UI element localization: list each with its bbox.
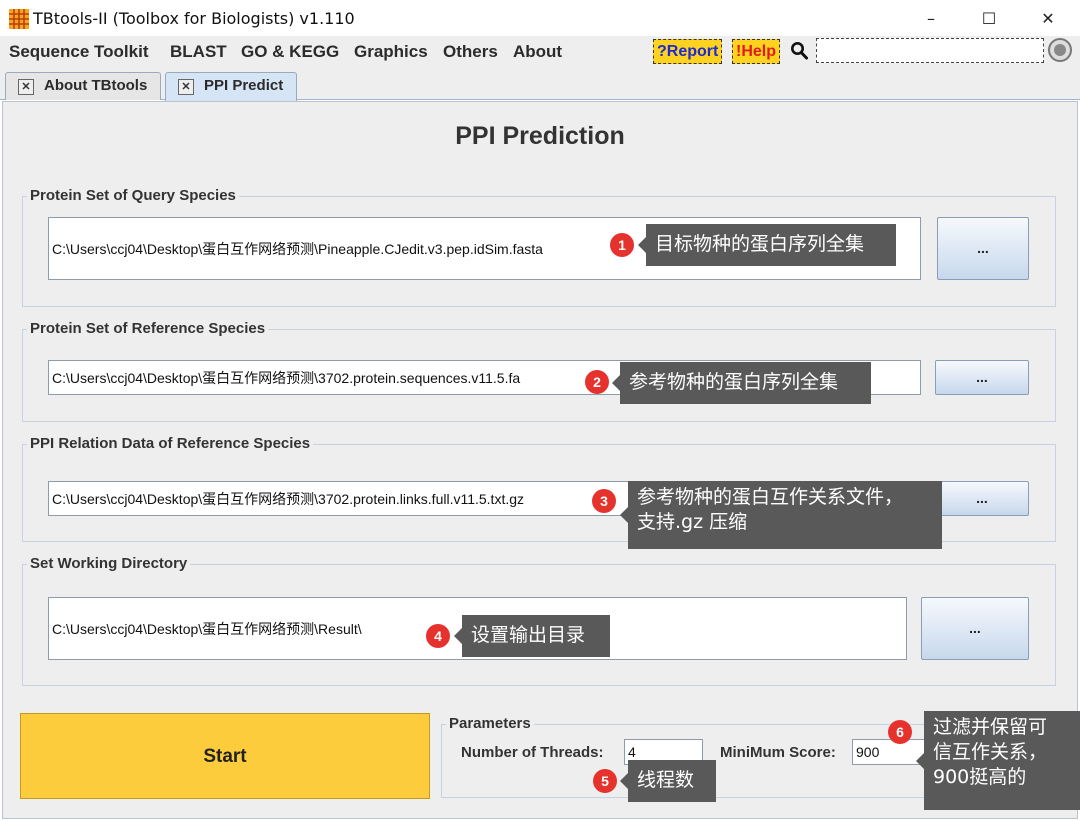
- annotation-callout-6: 过滤并保留可 信互作关系， 900挺高的: [916, 711, 1080, 810]
- report-button[interactable]: ?Report: [653, 39, 723, 64]
- annotation-callout-2: 参考物种的蛋白序列全集: [612, 362, 871, 404]
- working-directory-browse-button[interactable]: ...: [921, 597, 1029, 660]
- annotation-text-2: 参考物种的蛋白序列全集: [629, 371, 839, 393]
- annotation-badge-1: 1: [610, 233, 634, 257]
- annotation-callout-3: 参考物种的蛋白互作关系文件， 支持.gz 压缩: [620, 481, 942, 549]
- page-title: PPI Prediction: [455, 122, 625, 150]
- menu-graphics[interactable]: Graphics: [354, 42, 428, 62]
- annotation-badge-4: 4: [426, 624, 450, 648]
- tab-close-icon[interactable]: ✕: [18, 79, 34, 95]
- annotation-badge-2: 2: [585, 370, 609, 394]
- annotation-badge-5: 5: [593, 769, 617, 793]
- reference-species-title: Protein Set of Reference Species: [27, 320, 269, 337]
- reference-browse-button[interactable]: ...: [935, 360, 1029, 395]
- maximize-button[interactable]: ☐: [966, 6, 1012, 32]
- start-button[interactable]: Start: [20, 713, 430, 799]
- annotation-badge-3: 3: [592, 489, 616, 513]
- menu-others[interactable]: Others: [443, 42, 498, 62]
- annotation-text-6a: 过滤并保留可: [933, 716, 1048, 738]
- tab-about-tbtools[interactable]: ✕ About TBtools: [5, 72, 161, 100]
- status-circle-icon[interactable]: [1048, 38, 1072, 62]
- min-score-label: MiniMum Score:: [720, 744, 836, 761]
- minimize-button[interactable]: –: [908, 6, 954, 32]
- annotation-badge-6: 6: [888, 720, 912, 744]
- annotation-text-1: 目标物种的蛋白序列全集: [655, 233, 865, 255]
- app-logo-icon: [9, 9, 29, 29]
- ppi-relation-title: PPI Relation Data of Reference Species: [27, 435, 314, 452]
- window-title: TBtools-II (Toolbox for Biologists) v1.1…: [33, 9, 355, 28]
- menu-about[interactable]: About: [513, 42, 562, 62]
- threads-label: Number of Threads:: [461, 744, 604, 761]
- working-directory-title: Set Working Directory: [27, 555, 191, 572]
- annotation-text-6c: 900挺高的: [933, 766, 1027, 789]
- close-window-button[interactable]: ✕: [1025, 6, 1071, 32]
- tab-label: PPI Predict: [204, 77, 284, 94]
- tab-ppi-predict[interactable]: ✕ PPI Predict: [165, 72, 297, 101]
- query-species-title: Protein Set of Query Species: [27, 187, 239, 204]
- menu-go-kegg[interactable]: GO & KEGG: [241, 42, 339, 62]
- annotation-callout-1: 目标物种的蛋白序列全集: [638, 224, 896, 266]
- annotation-text-3b: 支持.gz 压缩: [637, 511, 748, 534]
- annotation-text-3a: 参考物种的蛋白互作关系文件，: [637, 486, 904, 508]
- ppi-relation-browse-button[interactable]: ...: [935, 481, 1029, 516]
- title-bar: TBtools-II (Toolbox for Biologists) v1.1…: [0, 0, 1080, 36]
- annotation-text-6b: 信互作关系，: [933, 741, 1048, 764]
- query-browse-button[interactable]: ...: [937, 217, 1029, 280]
- annotation-text-5: 线程数: [637, 769, 695, 791]
- help-button[interactable]: !Help: [732, 39, 780, 64]
- tab-close-icon[interactable]: ✕: [178, 79, 194, 95]
- tab-label: About TBtools: [44, 77, 148, 94]
- menu-blast[interactable]: BLAST: [170, 42, 227, 62]
- annotation-callout-5: 线程数: [620, 760, 716, 802]
- menu-sequence-toolkit[interactable]: Sequence Toolkit: [9, 42, 149, 62]
- parameters-title: Parameters: [446, 715, 534, 732]
- search-input[interactable]: [816, 38, 1044, 63]
- annotation-callout-4: 设置输出目录: [454, 615, 610, 657]
- annotation-text-4: 设置输出目录: [471, 624, 586, 646]
- search-icon[interactable]: [790, 41, 808, 61]
- tab-strip: ✕ About TBtools ✕ PPI Predict: [0, 68, 1080, 101]
